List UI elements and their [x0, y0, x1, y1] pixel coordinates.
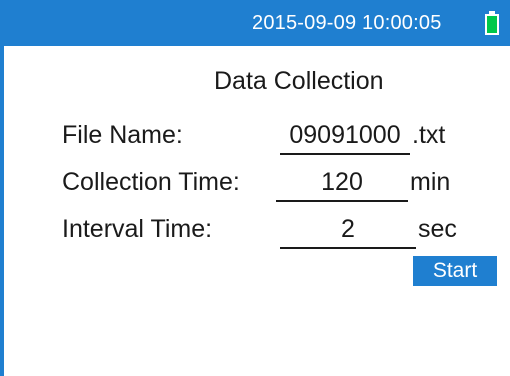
file-name-extension: .txt [412, 121, 446, 149]
interval-time-field[interactable]: 2 [280, 215, 416, 249]
file-name-row: File Name: 09091000 .txt [62, 121, 482, 155]
datetime-display: 2015-09-09 10:00:05 [252, 12, 442, 34]
file-name-field[interactable]: 09091000 [280, 121, 410, 155]
start-button[interactable]: Start [413, 256, 497, 286]
screen-left-border [0, 0, 4, 376]
interval-time-unit: sec [418, 215, 457, 243]
file-name-label: File Name: [62, 121, 183, 149]
collection-time-unit: min [410, 168, 451, 196]
interval-time-label: Interval Time: [62, 215, 213, 243]
page-title: Data Collection [214, 67, 384, 95]
collection-time-label: Collection Time: [62, 168, 240, 196]
status-bar: 2015-09-09 10:00:05 [0, 0, 510, 46]
interval-time-row: Interval Time: 2 sec [62, 215, 482, 249]
device-screen: 2015-09-09 10:00:05 Data Collection File… [0, 0, 510, 376]
collection-time-field[interactable]: 120 [276, 168, 408, 202]
collection-time-row: Collection Time: 120 min [62, 168, 482, 202]
battery-full-icon [485, 11, 499, 35]
